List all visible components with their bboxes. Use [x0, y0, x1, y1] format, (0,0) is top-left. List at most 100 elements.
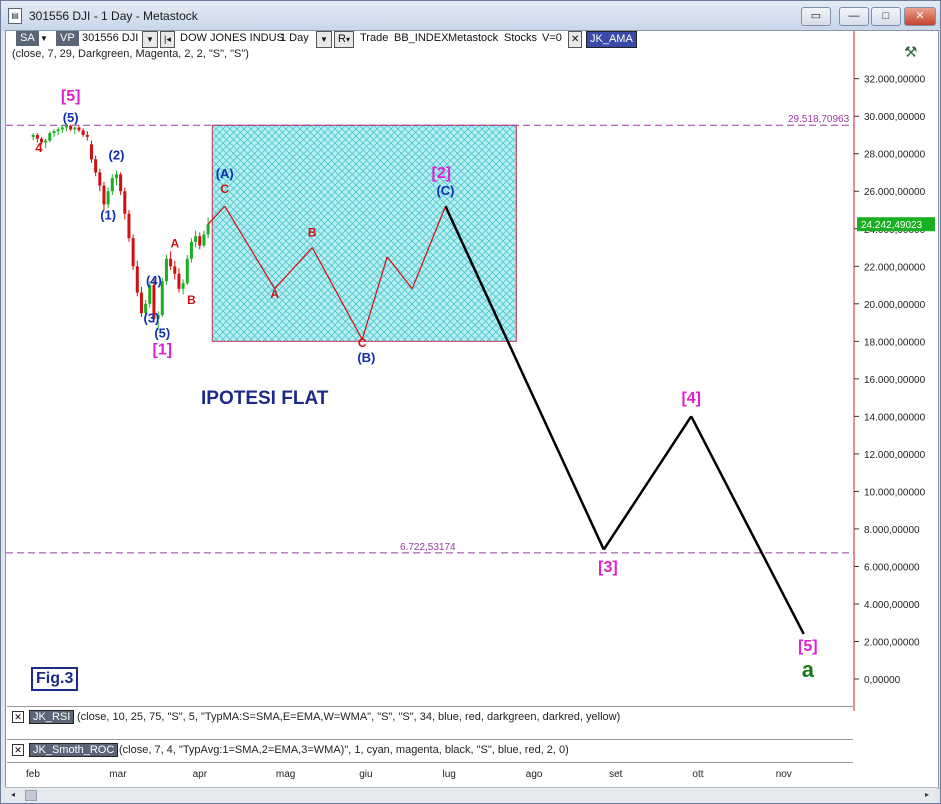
candle-body	[89, 144, 93, 160]
y-tick-label: 8.000,00000	[864, 525, 920, 536]
wave-label: A	[270, 287, 279, 301]
candle-body	[69, 125, 73, 130]
reference-line-label: 29.518,70963	[788, 114, 850, 125]
window-title: 301556 DJI - 1 Day - Metastock	[29, 9, 198, 23]
r-button[interactable]: R▾	[334, 31, 354, 48]
scroll-left-icon[interactable]: ◂	[7, 789, 19, 800]
y-tick-label: 18.000,00000	[864, 337, 926, 348]
wave-label: a	[802, 657, 815, 682]
jk-ama-indicator[interactable]: JK_AMA	[586, 31, 637, 48]
chart-area[interactable]: 29.518,70963 6.722,53174 0,00000 2.000,000…	[5, 30, 939, 789]
source-name: Metastock	[448, 32, 499, 44]
indicator-formula: (close, 7, 29, Darkgreen, Magenta, 2, 2,…	[12, 48, 249, 60]
reference-line-label: 6.722,53174	[400, 542, 456, 553]
y-tick-label: 0,00000	[864, 675, 901, 686]
period-dropdown-icon[interactable]: ▼	[316, 31, 332, 48]
x-tick-label: giu	[359, 769, 373, 780]
security-prev-icon[interactable]: |◂	[160, 31, 175, 48]
sa-dropdown-icon[interactable]: ▼	[40, 31, 48, 46]
candle-body	[173, 266, 177, 274]
scroll-right-icon[interactable]: ▸	[921, 789, 933, 800]
toolbox-icon[interactable]: ⚒	[904, 43, 926, 61]
candle-body	[198, 236, 202, 246]
stocks-label: Stocks	[504, 32, 538, 44]
symbol-label: 301556 DJI	[82, 32, 139, 44]
candle-body	[123, 191, 127, 214]
price-chart: 29.518,70963 6.722,53174 0,00000 2.000,000…	[6, 31, 935, 711]
y-tick-label: 30.000,00000	[864, 112, 926, 123]
candle-body	[102, 185, 106, 205]
y-tick-label: 32.000,00000	[864, 75, 926, 86]
close-indicator-icon[interactable]: ✕	[568, 31, 583, 48]
candle-body	[35, 134, 39, 139]
candle-body	[48, 133, 52, 141]
candle-body	[114, 174, 118, 179]
candle-body	[139, 292, 143, 314]
y-tick-label: 2.000,00000	[864, 637, 920, 648]
wave-label: (5)	[63, 110, 79, 125]
roc-panel[interactable]: ✕ JK_Smoth_ROC (close, 7, 4, "TypAvg:1=S…	[7, 739, 853, 762]
period-label: 1 Day	[280, 32, 309, 44]
x-tick-label: nov	[775, 769, 792, 780]
candle-body	[164, 258, 168, 282]
volume-label: V=0	[542, 32, 562, 44]
wave-label: B	[308, 225, 317, 239]
wave-label: (4)	[146, 273, 162, 288]
rsi-name[interactable]: JK_RSI	[29, 710, 75, 724]
candle-body	[94, 159, 98, 173]
xaxis-strip	[7, 762, 853, 787]
candle-body	[60, 127, 64, 130]
wave-label: C	[220, 182, 229, 196]
vp-button[interactable]: VP	[56, 31, 79, 46]
wave-label: B	[187, 293, 196, 307]
candle-body	[194, 236, 198, 242]
scroll-thumb[interactable]	[25, 790, 37, 801]
wave-label: [2]	[432, 165, 452, 182]
y-tick-label: 20.000,00000	[864, 300, 926, 311]
wave-label: C	[358, 336, 367, 350]
roc-name[interactable]: JK_Smoth_ROC	[29, 743, 119, 757]
wave-label: (B)	[357, 350, 375, 365]
wave-label: (A)	[216, 166, 234, 181]
candle-body	[81, 130, 85, 135]
document-icon: ▤	[8, 8, 22, 24]
candle-body	[106, 191, 110, 205]
candle-body	[127, 213, 131, 239]
roc-params: (close, 7, 4, "TypAvg:1=SMA,2=EMA,3=WMA)…	[119, 744, 569, 756]
window-frame: ▤ 301556 DJI - 1 Day - Metastock ▭ — □ ✕…	[0, 0, 941, 804]
roc-close-icon[interactable]: ✕	[12, 744, 24, 756]
rsi-close-icon[interactable]: ✕	[12, 711, 24, 723]
sa-button[interactable]: SA	[16, 31, 39, 46]
candle-body	[85, 134, 89, 137]
y-tick-label: 12.000,00000	[864, 450, 926, 461]
maximize-button[interactable]: □	[871, 7, 901, 26]
candle-body	[52, 131, 56, 134]
wave-label: [4]	[681, 390, 701, 407]
candle-body	[202, 234, 206, 246]
trade-label: Trade	[360, 32, 389, 44]
candle-body	[64, 125, 68, 128]
y-tick-label: 22.000,00000	[864, 262, 926, 273]
close-button[interactable]: ✕	[904, 7, 936, 26]
x-tick-label: lug	[442, 769, 456, 780]
symbol-dropdown-icon[interactable]: ▼	[142, 31, 158, 48]
horizontal-scrollbar[interactable]: ◂ ▸	[5, 787, 937, 802]
r-dropdown-icon: ▾	[345, 35, 350, 44]
restore-layout-button[interactable]: ▭	[801, 7, 831, 26]
y-tick-label: 14.000,00000	[864, 412, 926, 423]
y-tick-label: 26.000,00000	[864, 187, 926, 198]
candle-body	[119, 174, 123, 192]
rsi-panel[interactable]: ✕ JK_RSI (close, 10, 25, 75, "S", 5, "Ty…	[7, 706, 853, 729]
candle-body	[206, 224, 210, 235]
candle-body	[31, 134, 35, 137]
y-tick-label: 6.000,00000	[864, 562, 920, 573]
wave-label: (5)	[154, 326, 170, 341]
y-tick-label: 16.000,00000	[864, 375, 926, 386]
candle-body	[98, 172, 102, 186]
minimize-button[interactable]: —	[839, 7, 869, 26]
rsi-params: (close, 10, 25, 75, "S", 5, "TypMA:S=SMA…	[77, 711, 621, 723]
candle-body	[169, 258, 173, 267]
wave-label: (C)	[436, 183, 454, 198]
y-tick-label: 28.000,00000	[864, 150, 926, 161]
x-tick-label: mar	[109, 769, 127, 780]
